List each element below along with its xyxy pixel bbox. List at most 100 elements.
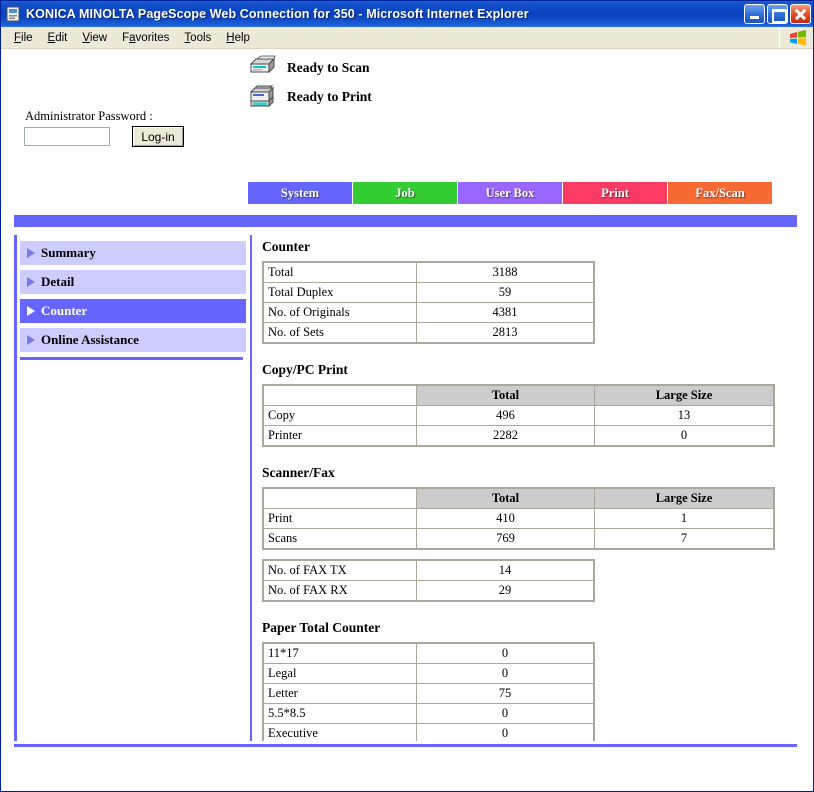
title-bar: KONICA MINOLTA PageScope Web Connection … — [1, 1, 813, 27]
tab-print[interactable]: Print — [563, 182, 667, 204]
menu-item-help[interactable]: Help — [219, 30, 258, 46]
table-row: No. of Originals 4381 — [264, 303, 593, 322]
table-row: Copy 496 13 — [264, 406, 773, 425]
menu-item-tools[interactable]: Tools — [177, 30, 219, 46]
paper-value-executive: 0 — [417, 724, 593, 741]
maximize-button[interactable] — [767, 4, 788, 24]
log-in-button[interactable]: Log-in — [132, 126, 184, 147]
counter-value-sets: 2813 — [417, 323, 593, 342]
paper-label-11x17: 11*17 — [264, 644, 416, 663]
table-row: No. of FAX TX 14 — [264, 561, 593, 580]
printer-icon — [247, 84, 277, 110]
counter-label-total-duplex: Total Duplex — [264, 283, 416, 302]
triangle-right-icon — [27, 248, 35, 258]
menu-item-edit[interactable]: Edit — [41, 30, 76, 46]
scanner-fax-section-title: Scanner/Fax — [262, 465, 335, 480]
sidebar-item-summary[interactable]: Summary — [20, 241, 246, 265]
table-row: 5.5*8.5 0 — [264, 704, 593, 723]
tab-user-box[interactable]: User Box — [458, 182, 562, 204]
fax-value-tx: 14 — [417, 561, 593, 580]
accent-band-row — [14, 215, 797, 227]
scan-header-large-size: Large Size — [595, 489, 773, 508]
scanner-fax-table: Total Large Size Print 410 1 Scans 769 7 — [262, 487, 775, 550]
table-row: Printer 2282 0 — [264, 426, 773, 445]
copy-total-copy: 496 — [417, 406, 594, 425]
tab-system[interactable]: System — [248, 182, 352, 204]
scan-header-total: Total — [417, 489, 594, 508]
main-area: Summary Detail Counter Online Assistance — [14, 235, 797, 741]
table-row: Total Duplex 59 — [264, 283, 593, 302]
table-row: 11*17 0 — [264, 644, 593, 663]
paper-total-counter-section-title: Paper Total Counter — [262, 620, 381, 635]
sidebar-item-detail[interactable]: Detail — [20, 270, 246, 294]
paper-label-5-5x8-5: 5.5*8.5 — [264, 704, 416, 723]
scan-header-blank — [264, 489, 416, 508]
counter-label-sets: No. of Sets — [264, 323, 416, 342]
copy-large-printer: 0 — [595, 426, 773, 445]
table-header-row: Total Large Size — [264, 386, 773, 405]
scan-total-scans: 769 — [417, 529, 594, 548]
copy-header-blank — [264, 386, 416, 405]
counter-value-originals: 4381 — [417, 303, 593, 322]
password-label: Administrator Password : — [25, 109, 153, 123]
table-row: Letter 75 — [264, 684, 593, 703]
left-accent-rule — [14, 235, 17, 741]
copy-pc-print-table: Total Large Size Copy 496 13 Printer 228… — [262, 384, 775, 447]
paper-label-executive: Executive — [264, 724, 416, 741]
windows-flag-icon[interactable] — [788, 29, 808, 47]
counter-table: Total 3188 Total Duplex 59 No. of Origin… — [262, 261, 595, 344]
copy-header-large-size: Large Size — [595, 386, 773, 405]
sidebar-item-counter[interactable]: Counter — [20, 299, 246, 323]
table-row: Scans 769 7 — [264, 529, 773, 548]
scan-large-scans: 7 — [595, 529, 773, 548]
table-header-row: Total Large Size — [264, 489, 773, 508]
paper-label-legal: Legal — [264, 664, 416, 683]
table-row: Legal 0 — [264, 664, 593, 683]
paper-value-letter: 75 — [417, 684, 593, 703]
copy-header-total: Total — [417, 386, 594, 405]
triangle-right-icon — [27, 335, 35, 345]
menu-item-favorites[interactable]: Favorites — [115, 30, 177, 46]
menu-item-view[interactable]: View — [75, 30, 115, 46]
counter-value-total-duplex: 59 — [417, 283, 593, 302]
close-button[interactable] — [790, 4, 811, 24]
bottom-accent-rule — [14, 744, 797, 747]
menu-item-file[interactable]: File — [7, 30, 41, 46]
paper-total-counter-table: 11*17 0 Legal 0 Letter 75 5.5*8.5 0 Exec… — [262, 642, 595, 741]
administrator-password-input[interactable] — [24, 127, 110, 146]
sidebar-item-label: Summary — [41, 245, 96, 260]
table-row: Total 3188 — [264, 263, 593, 282]
tab-fax-scan[interactable]: Fax/Scan — [668, 182, 772, 204]
table-row: No. of FAX RX 29 — [264, 581, 593, 600]
sidebar: Summary Detail Counter Online Assistance — [14, 235, 246, 741]
minimize-button[interactable] — [744, 4, 765, 24]
paper-value-5-5x8-5: 0 — [417, 704, 593, 723]
scan-label-scans: Scans — [264, 529, 416, 548]
table-row: Print 410 1 — [264, 509, 773, 528]
scan-label-print: Print — [264, 509, 416, 528]
copy-large-copy: 13 — [595, 406, 773, 425]
tab-job[interactable]: Job — [353, 182, 457, 204]
paper-value-legal: 0 — [417, 664, 593, 683]
sidebar-item-label: Detail — [41, 274, 75, 289]
main-tab-strip: System Job User Box Print Fax/Scan — [248, 182, 772, 204]
device-status-block: Ready to Scan Ready to Print — [3, 49, 811, 111]
accent-band — [14, 215, 797, 227]
sidebar-item-label: Online Assistance — [41, 332, 139, 347]
scan-status-label: Ready to Scan — [287, 59, 370, 75]
print-status-label: Ready to Print — [287, 88, 372, 104]
sidebar-item-online-assistance[interactable]: Online Assistance — [20, 328, 246, 352]
fax-label-rx: No. of FAX RX — [264, 581, 416, 600]
pagescope-page: Ready to Scan Ready to Print Administrat… — [3, 49, 811, 789]
triangle-right-icon — [27, 306, 35, 316]
sidebar-underline — [20, 357, 243, 360]
main-content-column: Counter Total 3188 Total Duplex 59 No. o… — [252, 235, 797, 741]
login-block: Administrator Password : Log-in — [3, 109, 811, 155]
triangle-right-icon — [27, 277, 35, 287]
scan-status-row: Ready to Scan — [247, 53, 811, 82]
paper-value-11x17: 0 — [417, 644, 593, 663]
